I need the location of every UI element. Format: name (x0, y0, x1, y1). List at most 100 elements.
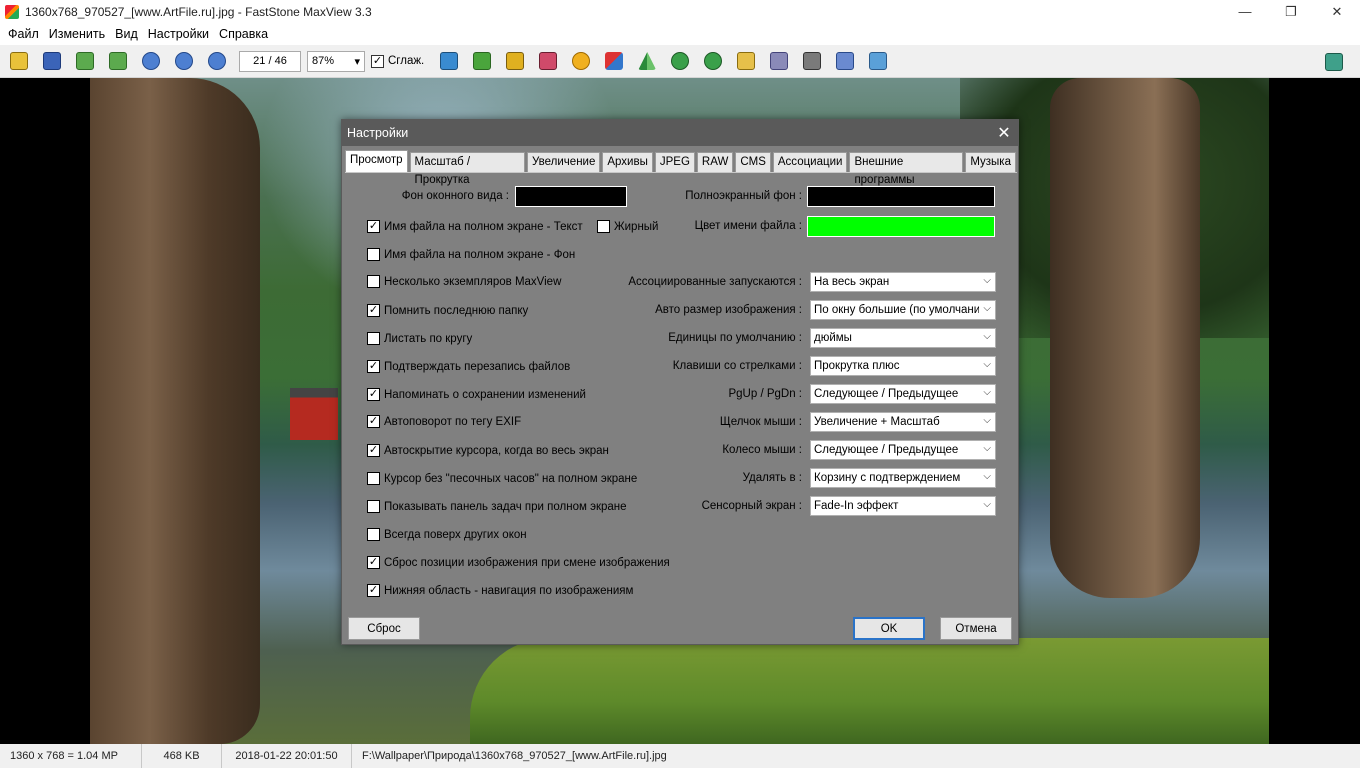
checkbox-row[interactable]: Всегда поверх других окон (367, 528, 527, 541)
checkbox[interactable] (367, 275, 380, 288)
settings-button[interactable] (865, 48, 891, 74)
checkbox[interactable]: ✓ (367, 220, 380, 233)
checkbox-row[interactable]: ✓ Автоповорот по тегу EXIF (367, 415, 521, 428)
checkbox-row[interactable]: Имя файла на полном экране - Фон (367, 248, 575, 261)
smiley-icon (572, 52, 591, 70)
email-button[interactable] (733, 48, 759, 74)
open-folder-button[interactable] (6, 48, 32, 74)
pgup-pgdn-select[interactable]: Следующее / Предыдущее ⌵ (810, 384, 996, 404)
resize-button[interactable] (601, 48, 627, 74)
page-counter-input[interactable]: 21 / 46 (239, 50, 301, 72)
actual-size-button[interactable] (204, 48, 230, 74)
tab-zoom-scroll[interactable]: Масштаб / Прокрутка (409, 152, 526, 186)
tab-magnifier[interactable]: Увеличение (527, 152, 601, 172)
menu-view[interactable]: Вид (110, 27, 143, 41)
capture-button[interactable] (799, 48, 825, 74)
checkbox[interactable]: ✓ (367, 556, 380, 569)
copy-to-button[interactable] (469, 48, 495, 74)
associated-launch-select[interactable]: На весь экран ⌵ (810, 272, 996, 292)
rotate-left-button[interactable] (667, 48, 693, 74)
zoom-out-button[interactable] (171, 48, 197, 74)
effects-button[interactable] (568, 48, 594, 74)
checkbox[interactable] (367, 528, 380, 541)
default-units-select[interactable]: дюймы ⌵ (810, 328, 996, 348)
checkbox-label: Листать по кругу (384, 332, 473, 345)
dialog-close-icon[interactable]: ✕ (990, 120, 1018, 146)
checkbox-row[interactable]: ✓ Напоминать о сохранении изменений (367, 388, 586, 401)
select-value: Увеличение + Масштаб (814, 416, 940, 428)
tab-raw[interactable]: RAW (696, 152, 734, 172)
smooth-checkbox[interactable]: ✓ (371, 54, 384, 68)
checkbox-row[interactable]: ✓ Имя файла на полном экране - Текст (367, 220, 583, 233)
crop-button[interactable] (502, 48, 528, 74)
filename-color-swatch[interactable] (807, 216, 995, 237)
dialog-title: Настройки (347, 126, 409, 140)
save-button[interactable] (39, 48, 65, 74)
checkbox[interactable]: ✓ (367, 584, 380, 597)
reset-button[interactable]: Сброс (348, 617, 420, 640)
rotate-right-button[interactable] (700, 48, 726, 74)
bold-checkbox[interactable] (597, 220, 610, 233)
slideshow-button[interactable] (436, 48, 462, 74)
checkbox-row[interactable]: Листать по кругу (367, 332, 472, 345)
menu-file[interactable]: Файл (3, 27, 44, 41)
tab-archives[interactable]: Архивы (602, 152, 653, 172)
save-icon (43, 52, 61, 70)
menu-help[interactable]: Справка (214, 27, 273, 41)
tab-bar: Просмотр Масштаб / Прокрутка Увеличение … (345, 150, 1018, 186)
tab-jpeg[interactable]: JPEG (654, 152, 695, 172)
mouse-click-select[interactable]: Увеличение + Масштаб ⌵ (810, 412, 996, 432)
print-button[interactable] (766, 48, 792, 74)
checkbox-row[interactable]: ✓ Сброс позиции изображения при смене изо… (367, 556, 670, 569)
bg-fullscreen-label: Полноэкранный фон : (685, 190, 802, 202)
tab-cms[interactable]: CMS (735, 152, 771, 172)
zoom-in-button[interactable] (138, 48, 164, 74)
checkbox-row[interactable]: Несколько экземпляров MaxView (367, 275, 561, 288)
checkbox-row[interactable]: ✓ Подтверждать перезапись файлов (367, 360, 570, 373)
ok-button[interactable]: OK (853, 617, 925, 640)
auto-size-select[interactable]: По окну большие (по умолчанию) ⌵ (810, 300, 996, 320)
tab-external-programs[interactable]: Внешние программы (849, 152, 964, 186)
smooth-toggle[interactable]: ✓ Сглаж. (371, 54, 424, 68)
select-value: дюймы (814, 332, 852, 344)
prev-image-button[interactable] (72, 48, 98, 74)
status-dimensions: 1360 x 768 = 1.04 MP (0, 744, 142, 768)
tab-associations[interactable]: Ассоциации (772, 152, 848, 172)
next-image-button[interactable] (105, 48, 131, 74)
tab-view[interactable]: Просмотр (345, 150, 408, 172)
checkbox-label: Сброс позиции изображения при смене изоб… (384, 556, 670, 569)
restore-button[interactable]: ❐ (1268, 0, 1314, 23)
fullscreen-button[interactable] (1321, 49, 1347, 75)
checkbox[interactable]: ✓ (367, 360, 380, 373)
status-bar: 1360 x 768 = 1.04 MP 468 KB 2018-01-22 2… (0, 744, 1360, 768)
scan-button[interactable] (832, 48, 858, 74)
checkbox-row[interactable]: ✓ Помнить последнюю папку (367, 304, 528, 317)
color-adjust-button[interactable] (535, 48, 561, 74)
cancel-button[interactable]: Отмена (940, 617, 1012, 640)
mouse-wheel-select[interactable]: Следующее / Предыдущее ⌵ (810, 440, 996, 460)
checkbox[interactable]: ✓ (367, 304, 380, 317)
checkbox[interactable] (367, 332, 380, 345)
camera-icon (803, 52, 822, 70)
checkbox[interactable] (367, 500, 380, 513)
tab-music[interactable]: Музыка (965, 152, 1016, 172)
checkbox[interactable] (367, 472, 380, 485)
checkbox[interactable]: ✓ (367, 388, 380, 401)
checkbox[interactable]: ✓ (367, 415, 380, 428)
minimize-button[interactable]: — (1222, 0, 1268, 23)
menu-edit[interactable]: Изменить (44, 27, 110, 41)
delete-to-select[interactable]: Корзину с подтверждением ⌵ (810, 468, 996, 488)
flip-button[interactable] (634, 48, 660, 74)
checkbox-row[interactable]: ✓ Нижняя область - навигация по изображен… (367, 584, 633, 597)
checkbox[interactable] (367, 248, 380, 261)
checkbox[interactable]: ✓ (367, 444, 380, 457)
setting-label: Колесо мыши : (722, 444, 802, 456)
chevron-down-icon: ⌵ (983, 331, 991, 342)
close-window-button[interactable]: ✕ (1314, 0, 1360, 23)
bg-window-color-swatch[interactable] (515, 186, 627, 207)
menu-settings[interactable]: Настройки (143, 27, 214, 41)
bg-fullscreen-color-swatch[interactable] (807, 186, 995, 207)
arrow-keys-select[interactable]: Прокрутка плюс ⌵ (810, 356, 996, 376)
touch-screen-select[interactable]: Fade-In эффект ⌵ (810, 496, 996, 516)
zoom-select[interactable]: 87% ▾ (307, 50, 365, 72)
